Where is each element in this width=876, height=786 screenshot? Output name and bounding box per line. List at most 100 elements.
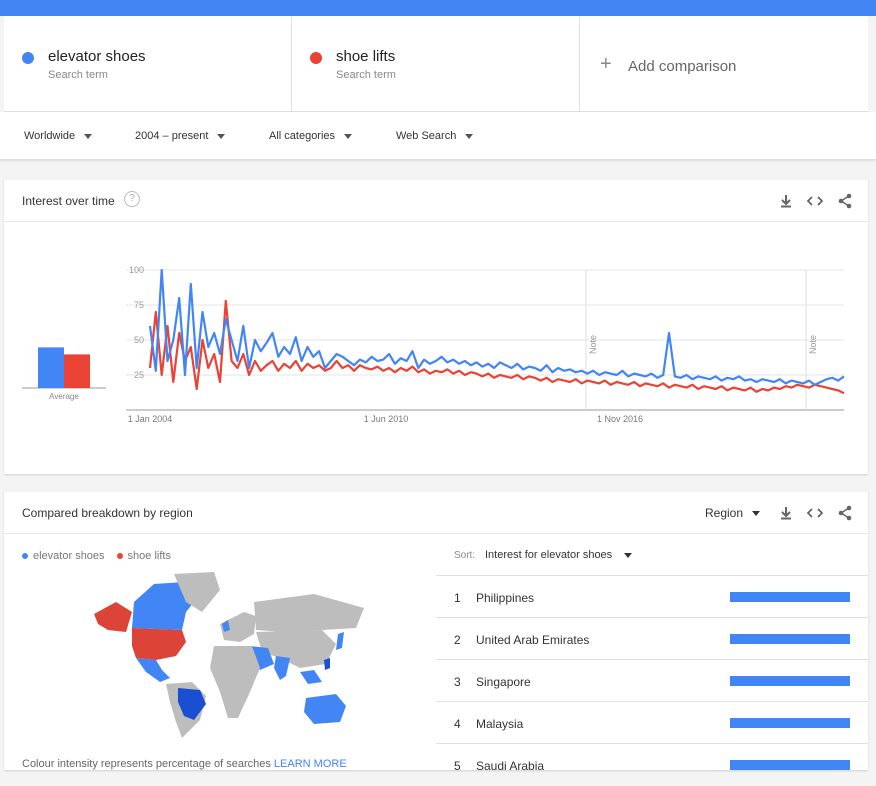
note-label: Note (808, 335, 818, 354)
filter-bar: Worldwide 2004 – present All categories … (0, 112, 876, 160)
map-alaska[interactable] (94, 602, 132, 632)
region-select-label: Region (705, 506, 744, 520)
term-type: Search term (48, 69, 108, 81)
interest-chart: 25 50 75 100 Note Note 1 Jan 2004 1 Jun 2010 1 N… (22, 265, 845, 424)
sort-value: Interest for elevator shoes (485, 549, 613, 561)
x-tick-label: 1 Nov 2016 (597, 414, 643, 424)
embed-icon[interactable] (806, 192, 824, 210)
help-icon[interactable]: ? (124, 191, 140, 207)
time-filter-label: 2004 – present (135, 130, 209, 142)
region-name: United Arab Emirates (476, 633, 590, 647)
top-bar (0, 0, 876, 16)
map-russia[interactable] (254, 594, 364, 632)
map-japan[interactable] (336, 632, 344, 650)
region-row[interactable]: 5 Saudi Arabia (436, 744, 868, 786)
map-india[interactable] (274, 656, 290, 680)
average-bar-shoe-lifts (64, 354, 90, 388)
region-filter-label: Worldwide (24, 130, 76, 142)
sort-select[interactable]: Interest for elevator shoes (485, 549, 633, 561)
region-breakdown-card: Compared breakdown by region Region elev… (4, 492, 868, 773)
search-type-filter-label: Web Search (396, 130, 457, 142)
world-map[interactable] (74, 572, 374, 742)
term-name: elevator shoes (48, 48, 146, 65)
term-name: shoe lifts (336, 48, 396, 65)
search-term-shoe-lifts[interactable]: shoe lifts Search term (292, 16, 580, 112)
interest-over-time-card: Interest over time ? 25 50 75 100 Note Note 1 … (4, 180, 868, 474)
term-color-dot (22, 52, 34, 64)
chevron-down-icon (217, 133, 226, 139)
y-tick-label: 25 (134, 370, 144, 380)
region-rank: 2 (454, 633, 461, 647)
plus-icon: + (600, 53, 612, 75)
region-name: Singapore (476, 675, 531, 689)
region-name: Saudi Arabia (476, 759, 545, 773)
sort-bar: Sort: Interest for elevator shoes (436, 534, 868, 576)
region-share-bar (730, 676, 850, 686)
x-tick-label: 1 Jan 2004 (128, 414, 173, 424)
region-rank: 3 (454, 675, 461, 689)
region-row[interactable]: 2 United Arab Emirates (436, 618, 868, 660)
learn-more-link[interactable]: LEARN MORE (274, 758, 347, 770)
footnote-text: Colour intensity represents percentage o… (22, 758, 271, 770)
card-title: Interest over time (22, 194, 115, 208)
average-label: Average (49, 392, 79, 401)
download-icon[interactable] (777, 504, 795, 522)
legend-label: shoe lifts (127, 550, 171, 562)
map-usa[interactable] (132, 628, 186, 660)
map-legend: elevator shoes shoe lifts (22, 550, 171, 562)
region-row[interactable]: 3 Singapore (436, 660, 868, 702)
card-header: Interest over time ? (4, 180, 868, 222)
embed-icon[interactable] (806, 504, 824, 522)
note-label: Note (588, 335, 598, 354)
region-share-bar (730, 718, 850, 728)
map-mexico[interactable] (136, 658, 170, 682)
region-row[interactable]: 4 Malaysia (436, 702, 868, 744)
region-share-bar (730, 760, 850, 770)
average-bar-elevator-shoes (38, 347, 64, 388)
card-header: Compared breakdown by region Region (4, 492, 868, 534)
time-filter[interactable]: 2004 – present (135, 130, 226, 142)
map-australia[interactable] (304, 694, 346, 724)
region-share-bar (730, 592, 850, 602)
region-rank: 5 (454, 759, 461, 773)
map-footnote: Colour intensity represents percentage o… (22, 758, 347, 770)
region-select[interactable]: Region (705, 506, 761, 520)
series-line-elevator-shoes (148, 268, 845, 386)
add-comparison-label: Add comparison (628, 58, 737, 75)
search-type-filter[interactable]: Web Search (396, 130, 474, 142)
region-rank: 4 (454, 717, 461, 731)
region-name: Malaysia (476, 717, 524, 731)
add-comparison-button[interactable]: + Add comparison (580, 16, 868, 112)
region-filter[interactable]: Worldwide (24, 130, 93, 142)
y-tick-label: 50 (134, 335, 144, 345)
chevron-down-icon (624, 552, 633, 558)
chevron-down-icon (84, 133, 93, 139)
legend-dot-blue (22, 553, 28, 559)
y-tick-label: 100 (129, 265, 144, 275)
region-name: Philippines (476, 591, 535, 605)
region-share-bar (730, 634, 850, 644)
category-filter-label: All categories (269, 130, 336, 142)
chevron-down-icon (344, 133, 353, 139)
region-row[interactable]: 1 Philippines (436, 576, 868, 618)
legend-label: elevator shoes (33, 550, 105, 562)
map-se-asia[interactable] (300, 670, 322, 684)
card-title: Compared breakdown by region (22, 506, 193, 520)
legend-dot-red (116, 553, 123, 559)
share-icon[interactable] (836, 192, 854, 210)
region-rank: 1 (454, 591, 461, 605)
x-tick-label: 1 Jun 2010 (364, 414, 409, 424)
sort-label: Sort: (454, 550, 476, 561)
term-color-dot (310, 52, 322, 64)
term-type: Search term (336, 69, 396, 81)
share-icon[interactable] (836, 504, 854, 522)
category-filter[interactable]: All categories (269, 130, 353, 142)
search-terms-bar: elevator shoes Search term shoe lifts Se… (4, 16, 868, 112)
search-term-elevator-shoes[interactable]: elevator shoes Search term (4, 16, 292, 112)
y-tick-label: 75 (134, 300, 144, 310)
map-philippines[interactable] (324, 658, 330, 670)
download-icon[interactable] (777, 192, 795, 210)
chevron-down-icon (752, 510, 761, 516)
chevron-down-icon (465, 133, 474, 139)
map-africa[interactable] (210, 646, 260, 718)
